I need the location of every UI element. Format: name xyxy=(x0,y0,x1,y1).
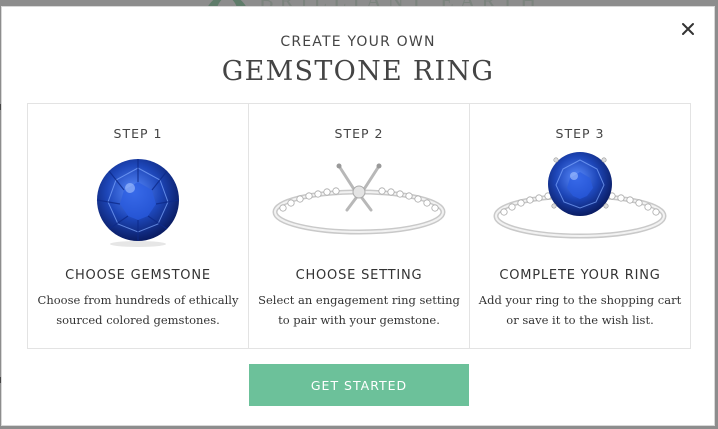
get-started-button[interactable]: GET STARTED xyxy=(249,364,469,406)
step-choose-gemstone: STEP 1 CHOOSE GEMSTONE Choose from hundr… xyxy=(28,104,249,348)
description-line: or save it to the wish list. xyxy=(506,313,654,327)
description-line: sourced colored gemstones. xyxy=(56,313,220,327)
gemstone-image xyxy=(28,150,248,250)
step-description: Choose from hundreds of ethically source… xyxy=(36,290,240,330)
step-description: Add your ring to the shopping cart or sa… xyxy=(478,290,682,330)
description-line: Choose from hundreds of ethically xyxy=(37,293,239,307)
sapphire-gem-icon xyxy=(96,159,180,247)
sapphire-ring-icon xyxy=(493,152,667,239)
description-line: Add your ring to the shopping cart xyxy=(478,293,682,307)
step-complete-ring: STEP 3 COMPLETE YOUR RING Add your ring … xyxy=(470,104,690,348)
step-number: STEP 3 xyxy=(555,126,605,141)
description-line: Select an engagement ring setting xyxy=(258,293,460,307)
completed-ring-image xyxy=(470,150,690,250)
step-choose-setting: STEP 2 CHOOSE SETTING Select an engageme… xyxy=(249,104,470,348)
step-number: STEP 2 xyxy=(334,126,384,141)
steps-panel: STEP 1 CHOOSE GEMSTONE Choose from hundr… xyxy=(27,103,691,349)
step-description: Select an engagement ring setting to pai… xyxy=(257,290,461,330)
create-ring-modal: CREATE YOUR OWN GEMSTONE RING STEP 1 CHO… xyxy=(1,6,715,426)
ring-setting-icon xyxy=(272,163,446,235)
step-heading: CHOOSE SETTING xyxy=(295,268,423,283)
step-heading: CHOOSE GEMSTONE xyxy=(65,268,211,283)
modal-kicker: CREATE YOUR OWN xyxy=(280,34,436,50)
description-line: to pair with your gemstone. xyxy=(278,313,440,327)
setting-image xyxy=(249,150,469,250)
step-number: STEP 1 xyxy=(113,126,163,141)
step-heading: COMPLETE YOUR RING xyxy=(499,268,661,283)
modal-title: GEMSTONE RING xyxy=(221,56,495,87)
